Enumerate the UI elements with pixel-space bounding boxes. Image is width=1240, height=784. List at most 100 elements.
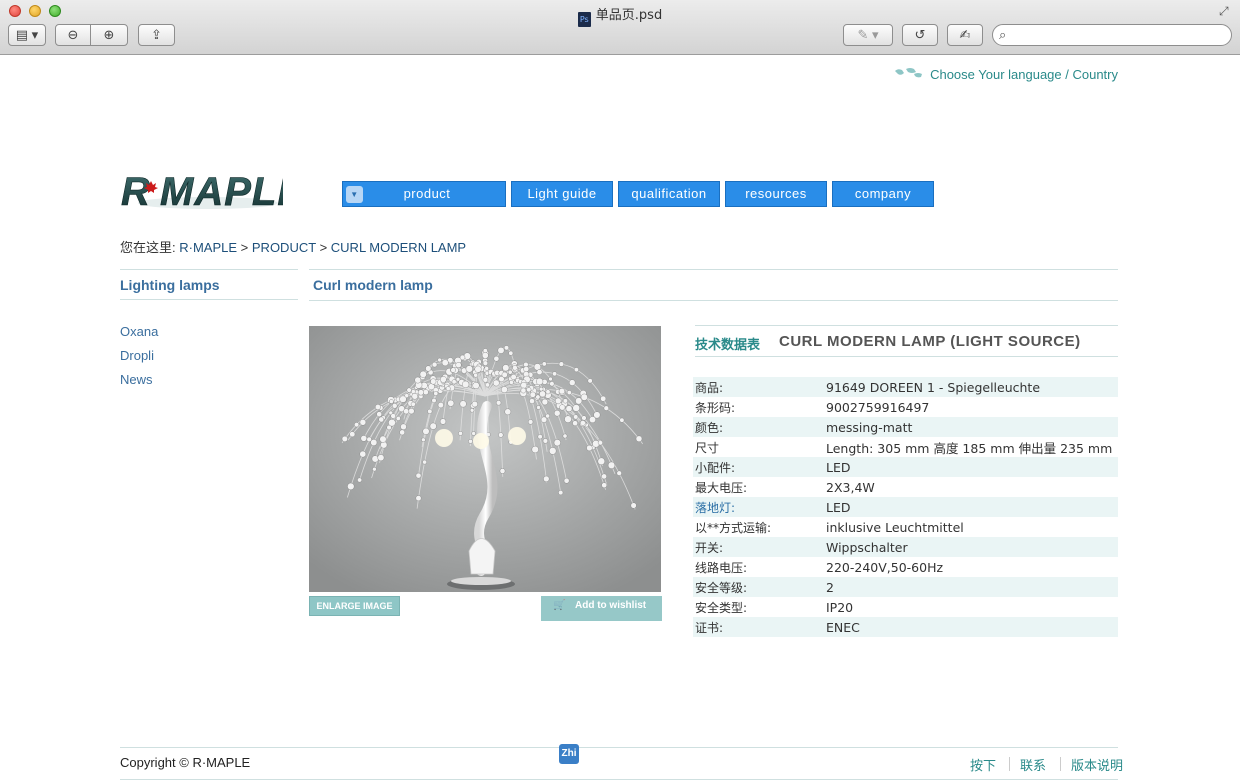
product-image[interactable] bbox=[309, 326, 661, 592]
breadcrumb-home[interactable]: R·MAPLE bbox=[179, 240, 237, 255]
divider bbox=[120, 269, 298, 270]
language-link[interactable]: Choose Your language / Country bbox=[930, 67, 1118, 82]
table-row: 商品: 91649 DOREEN 1 - Spiegelleuchte bbox=[693, 377, 1118, 397]
table-row: 安全类型: IP20 bbox=[693, 597, 1118, 617]
rotate-icon: ↺ bbox=[914, 27, 926, 42]
nav-qualification[interactable]: qualification bbox=[618, 181, 720, 207]
spec-value: messing-matt bbox=[824, 417, 1118, 437]
language-selector[interactable]: Choose Your language / Country bbox=[872, 67, 1118, 85]
spec-key: 开关: bbox=[693, 537, 824, 557]
sidebar-toggle-button[interactable]: ▤ ▾ bbox=[8, 24, 46, 46]
wishlist-label: Add to wishlist bbox=[575, 600, 647, 611]
dropdown-arrow-icon[interactable]: ▼ bbox=[346, 186, 363, 203]
spec-heading-en: CURL MODERN LAMP (LIGHT SOURCE) bbox=[779, 333, 1081, 350]
search-field[interactable]: ⌕ bbox=[992, 24, 1232, 46]
table-row: 开关: Wippschalter bbox=[693, 537, 1118, 557]
spec-key: 尺寸 bbox=[693, 437, 824, 457]
annotate-button[interactable]: ✎ ▾ bbox=[843, 24, 893, 46]
spec-key: 颜色: bbox=[693, 417, 824, 437]
window-title-text: 单品页.psd bbox=[595, 8, 663, 23]
world-map-icon bbox=[895, 68, 923, 78]
spec-value: 2X3,4W bbox=[824, 477, 1118, 497]
svg-text:MAPLE: MAPLE bbox=[160, 170, 283, 213]
footer-divider bbox=[120, 747, 1118, 748]
table-row: 落地灯: LED bbox=[693, 497, 1118, 517]
table-row: 以**方式运输: inklusive Leuchtmittel bbox=[693, 517, 1118, 537]
spec-key: 小配件: bbox=[693, 457, 824, 477]
table-row: 线路电压: 220-240V,50-60Hz bbox=[693, 557, 1118, 577]
zhi-badge-icon[interactable]: Zhi bbox=[559, 744, 579, 764]
footer-links: 按下 联系 版本说明 bbox=[960, 755, 1123, 774]
sidebar-item-oxana[interactable]: Oxana bbox=[120, 323, 158, 347]
nav-company[interactable]: company bbox=[832, 181, 934, 207]
spec-key: 安全类型: bbox=[693, 597, 824, 617]
page-title: Curl modern lamp bbox=[313, 277, 433, 293]
share-icon: ⇪ bbox=[151, 27, 162, 42]
footer-link-separator bbox=[1060, 757, 1061, 771]
lamp-photo-icon bbox=[309, 326, 661, 592]
nav-product[interactable]: ▼ product bbox=[342, 181, 506, 207]
spec-value: IP20 bbox=[824, 597, 1118, 617]
fullscreen-icon[interactable]: ⤢ bbox=[1219, 5, 1232, 18]
spec-key: 以**方式运输: bbox=[693, 517, 824, 537]
nav-light-guide[interactable]: Light guide bbox=[511, 181, 613, 207]
sidebar-title: Lighting lamps bbox=[120, 277, 220, 293]
spec-value: 9002759916497 bbox=[824, 397, 1118, 417]
footer-divider bbox=[120, 779, 1118, 780]
footer-link-press[interactable]: 按下 bbox=[970, 755, 996, 774]
breadcrumb-prefix: 您在这里: bbox=[120, 240, 176, 255]
spec-value: 91649 DOREEN 1 - Spiegelleuchte bbox=[824, 377, 1118, 397]
divider bbox=[695, 325, 1118, 326]
window-titlebar: Ps 单品页.psd ⤢ ▤ ▾ ⊖ ⊕ ⇪ ✎ ▾ ↺ ✍ ⌕ bbox=[0, 0, 1240, 55]
zoom-in-button[interactable]: ⊕ bbox=[90, 24, 128, 46]
table-row: 条形码: 9002759916497 bbox=[693, 397, 1118, 417]
cart-icon: 🛒 bbox=[553, 600, 566, 611]
add-to-wishlist-button[interactable]: 🛒 Add to wishlist bbox=[541, 596, 662, 621]
edit-icon: ✍ bbox=[959, 27, 971, 42]
spec-key: 最大电压: bbox=[693, 477, 824, 497]
photoshop-file-icon: Ps bbox=[577, 12, 591, 27]
annotate-icon: ✎ ▾ bbox=[857, 27, 879, 42]
footer-link-separator bbox=[1009, 757, 1010, 771]
table-row: 尺寸 Length: 305 mm 高度 185 mm 伸出量 235 mm bbox=[693, 437, 1118, 457]
breadcrumb-current: CURL MODERN LAMP bbox=[330, 240, 467, 255]
zoom-in-icon: ⊕ bbox=[103, 27, 115, 42]
r-maple-logo-icon: R MAPLE bbox=[121, 170, 305, 215]
spec-value: LED bbox=[824, 457, 1118, 477]
table-row: 安全等级: 2 bbox=[693, 577, 1118, 597]
spec-table: 商品: 91649 DOREEN 1 - Spiegelleuchte 条形码: 9… bbox=[693, 377, 1118, 637]
spec-value: Wippschalter bbox=[824, 537, 1118, 557]
copyright-text: Copyright © R·MAPLE bbox=[120, 755, 251, 770]
spec-key: 线路电压: bbox=[693, 557, 824, 577]
nav-resources[interactable]: resources bbox=[725, 181, 827, 207]
divider bbox=[695, 356, 1118, 357]
footer-link-version[interactable]: 版本说明 bbox=[1071, 755, 1123, 774]
spec-value: inklusive Leuchtmittel bbox=[824, 517, 1118, 537]
zoom-out-button[interactable]: ⊖ bbox=[55, 24, 91, 46]
spec-value: Length: 305 mm 高度 185 mm 伸出量 235 mm bbox=[824, 437, 1118, 457]
footer-link-contact[interactable]: 联系 bbox=[1020, 755, 1046, 774]
share-button[interactable]: ⇪ bbox=[138, 24, 175, 46]
sidebar-item-news[interactable]: News bbox=[120, 371, 158, 395]
spec-value: ENEC bbox=[824, 617, 1118, 637]
edit-button[interactable]: ✍ bbox=[947, 24, 983, 46]
spec-value: 2 bbox=[824, 577, 1118, 597]
spec-heading-cn: 技术数据表 bbox=[695, 337, 761, 352]
spec-key: 安全等级: bbox=[693, 577, 824, 597]
breadcrumb-product[interactable]: PRODUCT bbox=[252, 240, 316, 255]
table-row: 最大电压: 2X3,4W bbox=[693, 477, 1118, 497]
search-input[interactable] bbox=[1015, 27, 1225, 43]
spec-key: 证书: bbox=[693, 617, 824, 637]
breadcrumb-separator: > bbox=[319, 240, 328, 255]
divider bbox=[309, 300, 1118, 301]
table-row: 小配件: LED bbox=[693, 457, 1118, 477]
spec-key-link[interactable]: 落地灯: bbox=[693, 497, 824, 517]
breadcrumb-separator: > bbox=[240, 240, 249, 255]
rotate-button[interactable]: ↺ bbox=[902, 24, 938, 46]
logo[interactable]: R MAPLE bbox=[118, 165, 305, 215]
zoom-out-icon: ⊖ bbox=[67, 27, 79, 42]
enlarge-image-button[interactable]: ENLARGE IMAGE bbox=[309, 596, 400, 616]
sidebar-item-dropli[interactable]: Dropli bbox=[120, 347, 158, 371]
spec-value: LED bbox=[824, 497, 1118, 517]
sidebar-toggle-icon: ▤ ▾ bbox=[15, 27, 39, 42]
